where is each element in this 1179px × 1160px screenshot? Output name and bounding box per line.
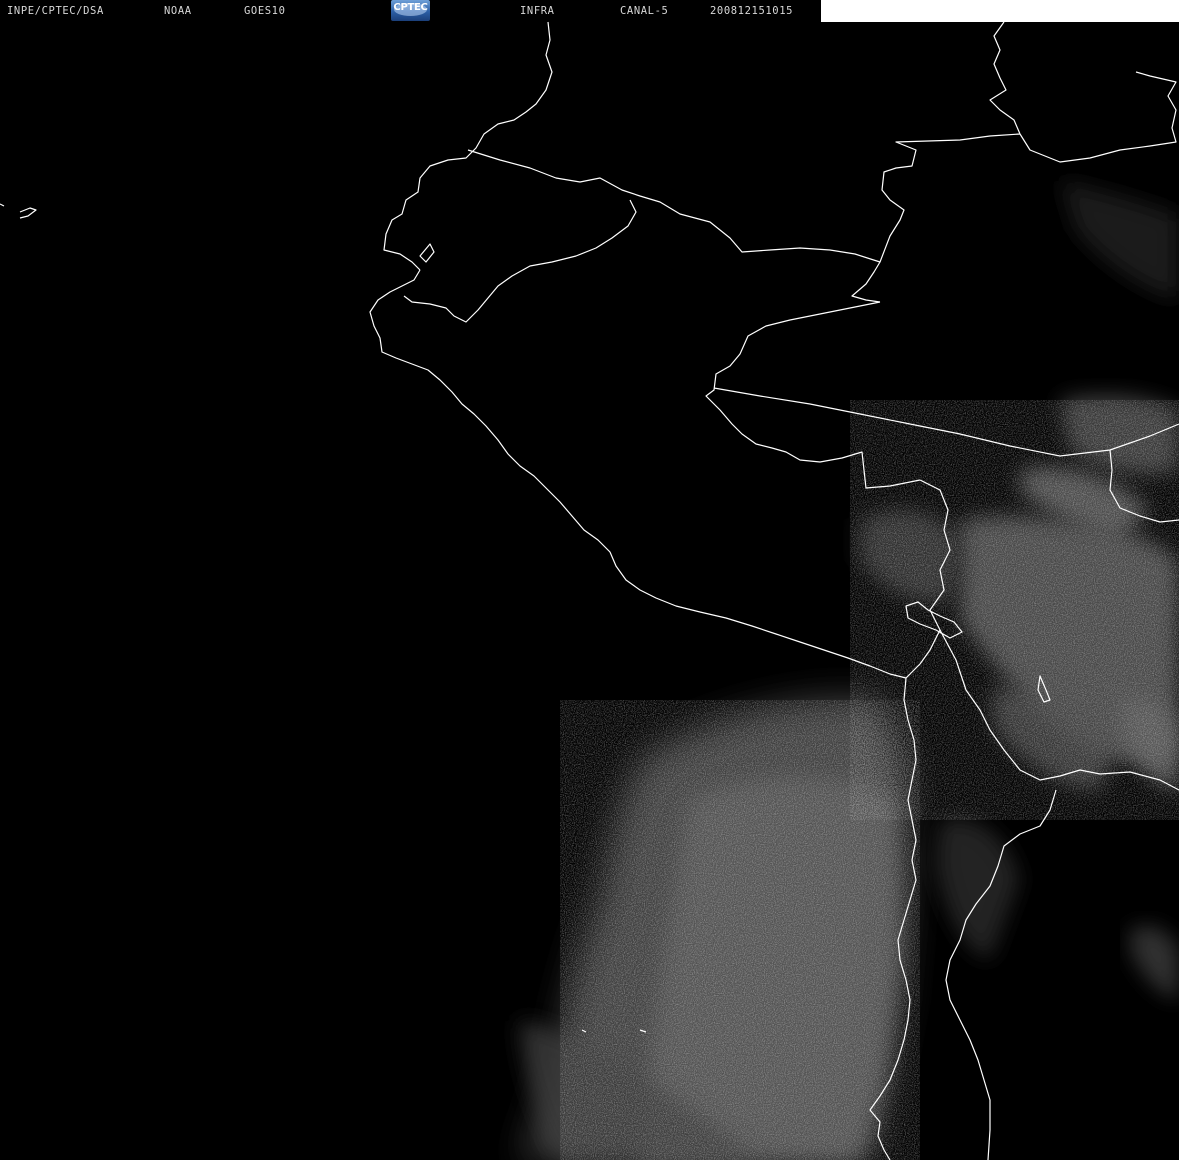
product-label: INFRA bbox=[520, 5, 555, 17]
image-header: INPE/CPTEC/DSA NOAA GOES10 CPTEC INFRA C… bbox=[0, 0, 1179, 22]
institution-label: INPE/CPTEC/DSA bbox=[7, 5, 104, 17]
cloud-speckle bbox=[560, 400, 1179, 1160]
satellite-label: GOES10 bbox=[244, 5, 286, 17]
header-blank-panel bbox=[821, 0, 1179, 22]
agency-label: NOAA bbox=[164, 5, 192, 17]
cptec-logo-icon: CPTEC bbox=[391, 0, 430, 21]
satellite-map bbox=[0, 21, 1179, 1160]
logo-text: CPTEC bbox=[393, 2, 428, 13]
satellite-image: INPE/CPTEC/DSA NOAA GOES10 CPTEC INFRA C… bbox=[0, 0, 1179, 1160]
channel-label: CANAL-5 bbox=[620, 5, 669, 17]
timestamp-label: 200812151015 bbox=[710, 5, 794, 17]
